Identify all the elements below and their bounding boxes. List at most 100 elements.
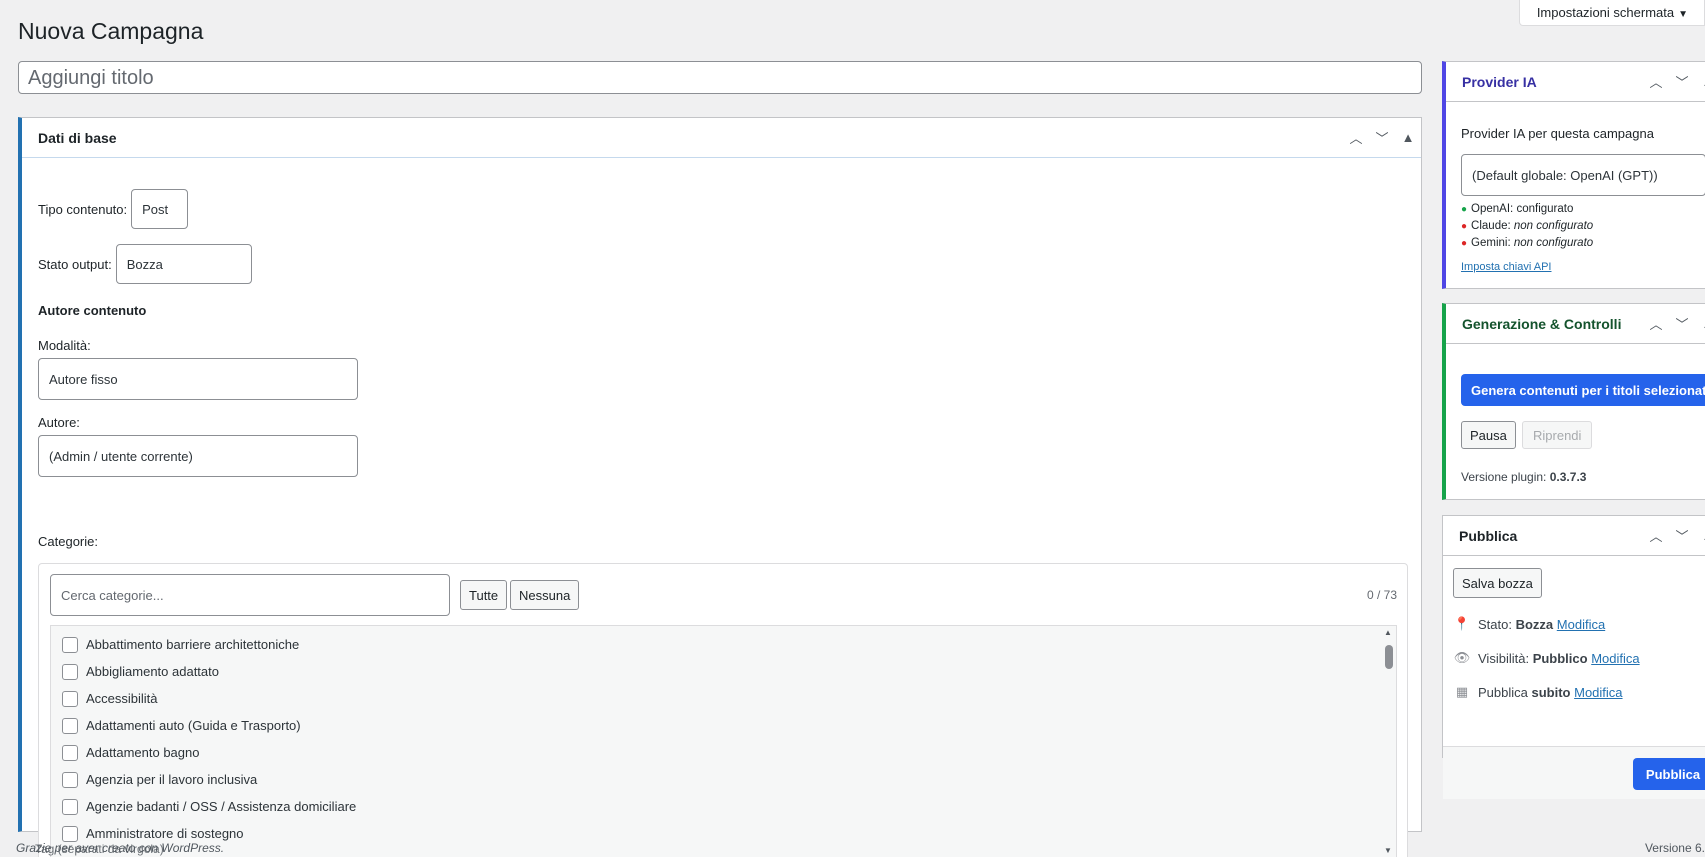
provider-status-list: ● OpenAI: configurato ● Claude: non config… [1461, 201, 1593, 252]
publish-visibility-row: 👁 Visibilità: Pubblico Modifica [1453, 650, 1640, 666]
status-dot-icon: ● [1461, 204, 1468, 215]
provider-label: Provider IA per questa campagna [1461, 126, 1654, 141]
generation-header: Generazione & Controlli ︿ ﹀ ▲ [1446, 304, 1705, 344]
publish-header: Pubblica ︿ ﹀ ▲ [1443, 516, 1705, 556]
api-keys-link[interactable]: Imposta chiavi API [1461, 261, 1552, 273]
pause-button[interactable]: Pausa [1461, 421, 1516, 449]
base-data-header: Dati di base ︿ ﹀ ▲ [22, 118, 1421, 158]
base-data-box: Dati di base ︿ ﹀ ▲ Tipo contenuto: Post … [18, 117, 1422, 857]
category-scrollbar[interactable]: ▲ ▼ [1381, 626, 1396, 857]
provider-status-openai: ● OpenAI: configurato [1461, 203, 1574, 215]
chevron-down-icon[interactable]: ﹀ [1669, 518, 1695, 554]
category-label: Adattamenti auto (Guida e Trasporto) [86, 718, 301, 733]
provider-select[interactable]: (Default globale: OpenAI (GPT)) [1461, 154, 1705, 196]
collapse-toggle-icon[interactable]: ▲ [1695, 518, 1705, 554]
collapse-toggle-icon[interactable]: ▲ [1695, 306, 1705, 342]
content-type-label: Tipo contenuto: [38, 201, 128, 217]
list-item[interactable]: Adattamenti auto (Guida e Trasporto) [51, 712, 1396, 739]
categories-label: Categorie: [38, 534, 98, 549]
provider-title: Provider IA [1462, 73, 1537, 90]
page-title: Nuova Campagna [18, 18, 204, 44]
resume-button[interactable]: Riprendi [1522, 421, 1593, 449]
publish-button[interactable]: Pubblica [1633, 758, 1705, 790]
list-item[interactable]: Abbigliamento adattato [51, 658, 1396, 685]
checkbox[interactable] [62, 663, 78, 680]
category-label: Amministratore di sostegno [86, 826, 244, 841]
checkbox[interactable] [62, 798, 78, 815]
checkbox[interactable] [62, 690, 78, 707]
publish-actions: Pubblica [1443, 746, 1705, 799]
edit-schedule-link[interactable]: Modifica [1574, 685, 1622, 700]
chevron-up-icon[interactable]: ︿ [1643, 64, 1669, 100]
screen-options-label: Impostazioni schermata [1536, 5, 1675, 20]
author-select[interactable]: (Admin / utente corrente) [38, 435, 358, 477]
provider-status-claude: ● Claude: non configurato [1461, 220, 1594, 232]
caret-down-icon: ▼ [1678, 9, 1688, 20]
publish-box: Pubblica ︿ ﹀ ▲ Salva bozza 📍 Stato: Bozz… [1442, 515, 1705, 799]
provider-header: Provider IA ︿ ﹀ ▲ [1446, 62, 1705, 102]
checkbox[interactable] [62, 771, 78, 788]
checkbox[interactable] [62, 744, 78, 761]
footer-thanks: Grazie per aver creato con WordPress. [16, 841, 225, 855]
list-item[interactable]: Agenzie badanti / OSS / Assistenza domic… [51, 793, 1396, 820]
collapse-toggle-icon[interactable]: ▲ [1695, 64, 1705, 100]
publish-title: Pubblica [1459, 527, 1518, 544]
checkbox[interactable] [62, 717, 78, 734]
base-data-title: Dati di base [38, 129, 117, 146]
collapse-toggle-icon[interactable]: ▲ [1395, 120, 1421, 156]
list-item[interactable]: Abbattimento barriere architettoniche [51, 631, 1396, 658]
category-label: Abbattimento barriere architettoniche [86, 637, 300, 652]
eye-icon: 👁 [1453, 650, 1471, 665]
save-draft-button[interactable]: Salva bozza [1453, 568, 1542, 598]
publish-status-row: 📍 Stato: Bozza Modifica [1453, 616, 1606, 632]
list-item[interactable]: Adattamento bagno [51, 739, 1396, 766]
status-dot-icon: ● [1461, 221, 1468, 232]
category-label: Accessibilità [86, 691, 158, 706]
chevron-down-icon[interactable]: ﹀ [1669, 306, 1695, 342]
content-type-select[interactable]: Post [131, 189, 189, 229]
author-section-title: Autore contenuto [38, 303, 147, 318]
output-state-label: Stato output: [38, 256, 112, 272]
category-label: Abbigliamento adattato [86, 664, 219, 679]
generation-title: Generazione & Controlli [1462, 315, 1622, 332]
category-count: 0 / 73 [1366, 588, 1397, 602]
chevron-up-icon[interactable]: ︿ [1643, 306, 1669, 342]
category-label: Agenzia per il lavoro inclusiva [86, 772, 258, 787]
list-item[interactable]: Amministratore di sostegno [51, 820, 1396, 847]
checkbox[interactable] [62, 825, 78, 842]
title-input[interactable]: Aggiungi titolo [18, 61, 1422, 94]
generate-content-button[interactable]: Genera contenuti per i titoli selezionat… [1461, 374, 1705, 406]
scroll-thumb[interactable] [1385, 645, 1393, 669]
status-dot-icon: ● [1461, 238, 1468, 249]
output-state-select[interactable]: Bozza [115, 244, 252, 284]
generation-box: Generazione & Controlli ︿ ﹀ ▲ Genera con… [1442, 303, 1705, 500]
select-none-button[interactable]: Nessuna [510, 580, 580, 610]
scroll-down-icon[interactable]: ▼ [1384, 846, 1392, 855]
category-search-input[interactable]: Cerca categorie... [50, 574, 450, 616]
category-list: Abbattimento barriere architettoniche Ab… [50, 625, 1397, 857]
categories-panel: Cerca categorie... Tutte Nessuna 0 / 73 … [38, 563, 1408, 857]
screen-options-toggle[interactable]: Impostazioni schermata ▼ [1518, 0, 1705, 26]
chevron-down-icon[interactable]: ﹀ [1369, 120, 1395, 156]
edit-visibility-link[interactable]: Modifica [1591, 651, 1639, 666]
pin-icon: 📍 [1453, 616, 1471, 631]
select-all-button[interactable]: Tutte [460, 580, 508, 610]
publish-schedule-row: ▦ Pubblica subito Modifica [1453, 675, 1640, 709]
chevron-up-icon[interactable]: ︿ [1343, 120, 1369, 156]
list-item[interactable]: Accessibilità [51, 685, 1396, 712]
edit-status-link[interactable]: Modifica [1557, 617, 1605, 632]
mode-label: Modalità: [38, 338, 91, 353]
chevron-down-icon[interactable]: ﹀ [1669, 64, 1695, 100]
provider-status-gemini: ● Gemini: non configurato [1461, 237, 1594, 249]
category-label: Adattamento bagno [86, 745, 200, 760]
author-label: Autore: [38, 415, 80, 430]
checkbox[interactable] [62, 636, 78, 653]
chevron-up-icon[interactable]: ︿ [1643, 518, 1669, 554]
plugin-version: Versione plugin: 0.3.7.3 [1461, 470, 1587, 484]
calendar-icon: ▦ [1455, 684, 1469, 699]
category-label: Agenzie badanti / OSS / Assistenza domic… [86, 799, 357, 814]
list-item[interactable]: Agenzia per il lavoro inclusiva [51, 766, 1396, 793]
provider-box: Provider IA ︿ ﹀ ▲ Provider IA per questa… [1442, 61, 1705, 289]
mode-select[interactable]: Autore fisso [38, 358, 358, 400]
scroll-up-icon[interactable]: ▲ [1384, 628, 1392, 637]
